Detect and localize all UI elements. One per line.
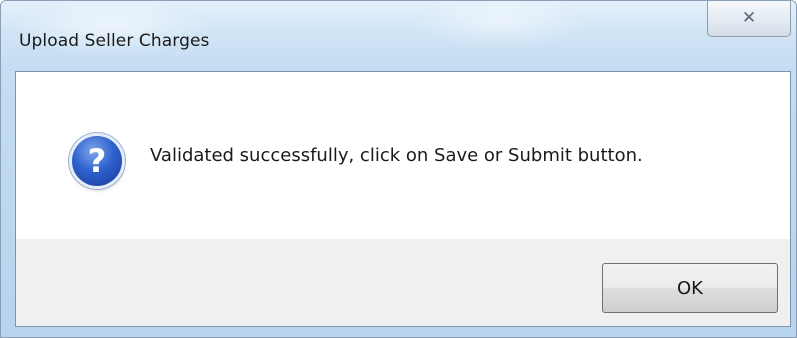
close-button[interactable]: ✕	[707, 1, 791, 37]
message-area: ? Validated successfully, click on Save …	[16, 72, 790, 239]
dialog-body: ? Validated successfully, click on Save …	[15, 71, 791, 327]
question-icon: ?	[72, 136, 122, 186]
dialog-title: Upload Seller Charges	[19, 31, 210, 51]
dialog-message: Validated successfully, click on Save or…	[150, 145, 643, 166]
close-icon: ✕	[741, 8, 757, 28]
question-mark-glyph: ?	[87, 142, 107, 180]
dialog-window: Upload Seller Charges ✕ ? Validated succ…	[0, 0, 797, 338]
button-bar: OK	[16, 239, 790, 326]
title-bar: Upload Seller Charges ✕	[1, 1, 796, 71]
ok-button[interactable]: OK	[602, 263, 778, 313]
